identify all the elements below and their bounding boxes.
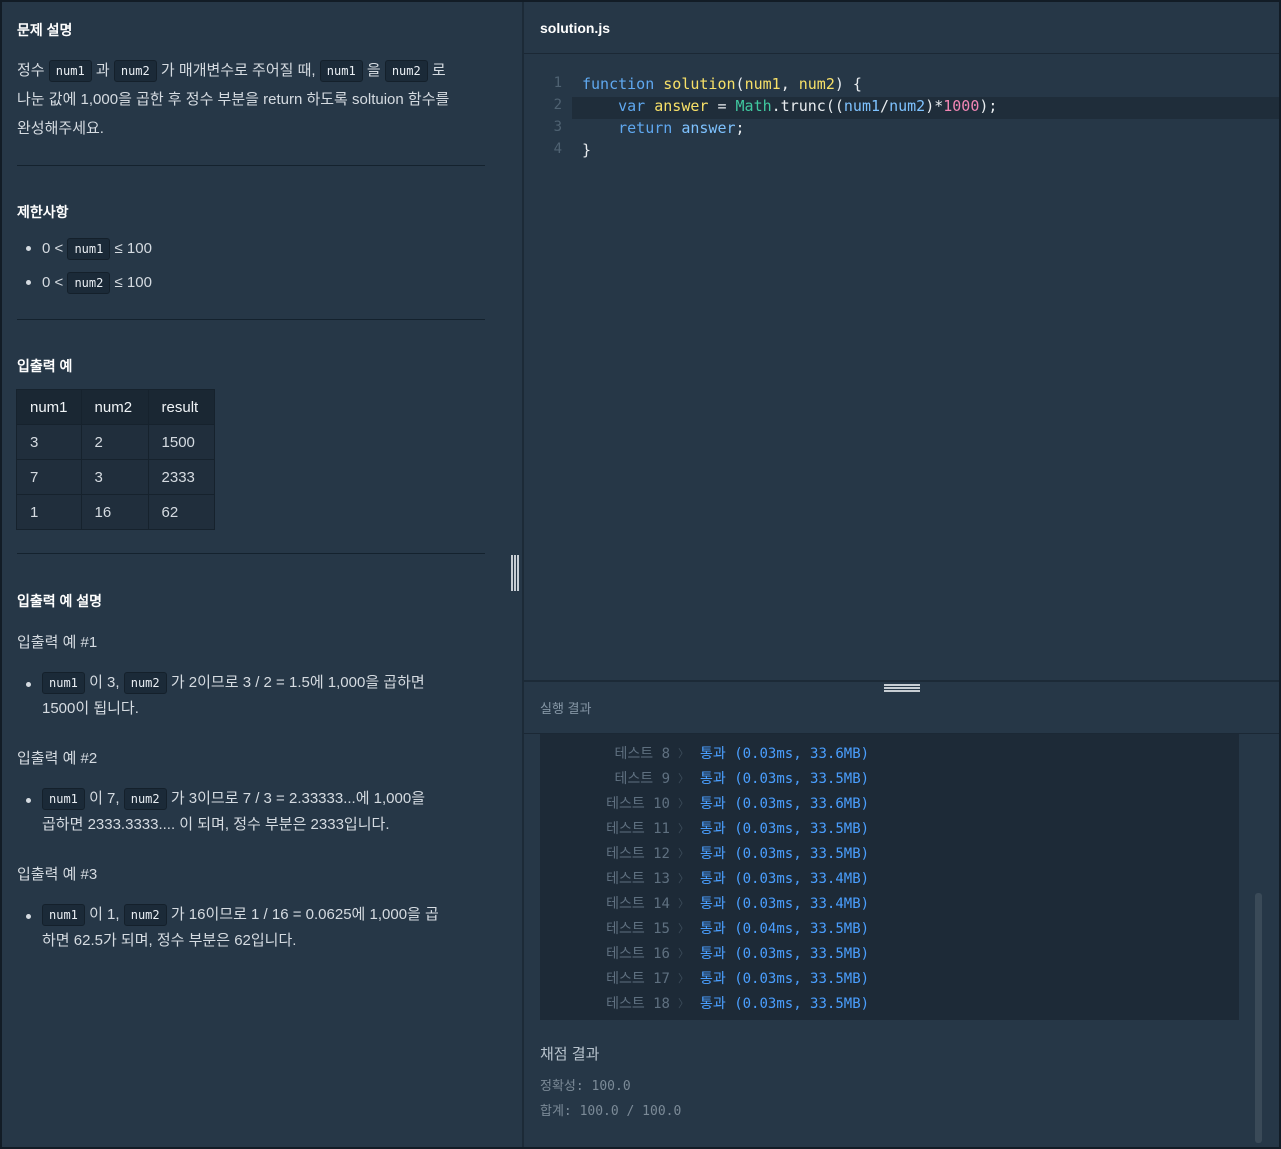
- result-row-partial: 통과 (0.03ms, 33.5MB): [540, 734, 1239, 742]
- code-line[interactable]: 1 function solution(num1, num2) {: [524, 75, 1279, 97]
- test-label: 테스트 11: [606, 821, 670, 837]
- result-row: 테스트 13 〉 통과 (0.03ms, 33.4MB): [540, 868, 1239, 893]
- test-label: 테스트 16: [606, 946, 670, 962]
- chevron-right-icon: 〉: [678, 822, 689, 835]
- test-label: 테스트 9: [614, 771, 671, 787]
- list-item: 0 < num1 ≤ 100: [2, 234, 482, 268]
- test-result: 통과 (0.04ms, 33.5MB): [700, 921, 870, 937]
- result-row: 테스트 8 〉 통과 (0.03ms, 33.6MB): [540, 743, 1239, 768]
- constraints-heading: 제한사항: [17, 204, 69, 220]
- test-label: 테스트 18: [606, 996, 670, 1012]
- table-row: 3 2 1500: [16, 424, 215, 460]
- chevron-right-icon: 〉: [678, 747, 689, 760]
- chevron-right-icon: 〉: [678, 772, 689, 785]
- result-row: 테스트 10 〉 통과 (0.03ms, 33.6MB): [540, 793, 1239, 818]
- chevron-right-icon: 〉: [678, 797, 689, 810]
- result-row: 테스트 12 〉 통과 (0.03ms, 33.5MB): [540, 843, 1239, 868]
- list-item: 0 < num2 ≤ 100: [2, 268, 482, 302]
- test-result: 통과 (0.03ms, 33.5MB): [700, 996, 870, 1012]
- table-row: 7 3 2333: [16, 459, 215, 495]
- code-editor[interactable]: 1 function solution(num1, num2) { 2 var …: [524, 55, 1279, 680]
- io-example-heading: 입출력 예: [17, 358, 73, 374]
- example-title: 입출력 예 #3: [17, 866, 98, 883]
- result-header: 실행 결과: [524, 682, 1279, 734]
- divider: [17, 553, 485, 554]
- result-row: 테스트 14 〉 통과 (0.03ms, 33.4MB): [540, 893, 1239, 918]
- result-console: 통과 (0.03ms, 33.5MB) 테스트 8 〉 통과 (0.03ms, 33…: [540, 734, 1239, 1020]
- test-result: 통과 (0.03ms, 33.5MB): [700, 821, 870, 837]
- test-result: 통과 (0.03ms, 33.6MB): [700, 746, 870, 762]
- test-label: 테스트 12: [606, 846, 670, 862]
- test-result: 통과 (0.03ms, 33.5MB): [700, 946, 870, 962]
- code-num2: num2: [113, 60, 157, 82]
- editor-tab-bar: solution.js: [524, 2, 1279, 54]
- problem-description: 정수 num1 과 num2 가 매개변수로 주어질 때, num1 을 num…: [17, 60, 450, 137]
- code-line[interactable]: 3 return answer;: [524, 119, 1279, 141]
- editor-tab[interactable]: solution.js: [540, 20, 610, 36]
- test-label: 테스트 14: [606, 896, 670, 912]
- test-result: 통과 (0.03ms, 33.5MB): [700, 771, 870, 787]
- io-example-table: num1 num2 result 3 2 1500 7 3 2333 1 16 62: [16, 389, 215, 530]
- code-line[interactable]: 4 }: [524, 141, 1279, 163]
- test-result: 통과 (0.03ms, 33.5MB): [700, 971, 870, 987]
- chevron-right-icon: 〉: [678, 972, 689, 985]
- example-title: 입출력 예 #2: [17, 750, 98, 767]
- result-heading: 실행 결과: [540, 701, 592, 716]
- table-header-row: num1 num2 result: [16, 389, 215, 425]
- vertical-resize-handle[interactable]: [510, 555, 520, 591]
- result-row: 테스트 16 〉 통과 (0.03ms, 33.5MB): [540, 943, 1239, 968]
- table-row: 1 16 62: [16, 494, 215, 530]
- accuracy-text: 정확성: 100.0: [540, 1079, 631, 1094]
- code-num1: num1: [319, 60, 363, 82]
- list-item: num1 이 3, num2 가 2이므로 3 / 2 = 1.5에 1,000…: [2, 670, 507, 722]
- list-item: num1 이 7, num2 가 3이므로 7 / 3 = 2.33333...…: [2, 786, 507, 838]
- test-result: 통과 (0.03ms, 33.6MB): [700, 796, 870, 812]
- io-explain-heading: 입출력 예 설명: [17, 593, 103, 609]
- divider: [17, 165, 485, 166]
- test-result: 통과 (0.03ms, 33.5MB): [700, 846, 870, 862]
- constraints-list: 0 < num1 ≤ 100 0 < num2 ≤ 100: [2, 234, 482, 302]
- divider: [17, 319, 485, 320]
- result-row: 테스트 15 〉 통과 (0.04ms, 33.5MB): [540, 918, 1239, 943]
- test-label: 테스트 13: [606, 871, 670, 887]
- results-scrollbar[interactable]: [1255, 893, 1262, 1143]
- example-title: 입출력 예 #1: [17, 634, 98, 651]
- code-num2: num2: [384, 60, 428, 82]
- result-row: 테스트 17 〉 통과 (0.03ms, 33.5MB): [540, 968, 1239, 993]
- code-line[interactable]: 2 var answer = Math.trunc((num1/num2)*10…: [524, 97, 1279, 119]
- chevron-right-icon: 〉: [678, 997, 689, 1010]
- score-heading: 채점 결과: [540, 1046, 600, 1063]
- chevron-right-icon: 〉: [678, 872, 689, 885]
- result-row: 테스트 18 〉 통과 (0.03ms, 33.5MB): [540, 993, 1239, 1018]
- code-num1: num1: [48, 60, 92, 82]
- problem-panel: 문제 설명 정수 num1 과 num2 가 매개변수로 주어질 때, num1…: [2, 2, 522, 1147]
- chevron-right-icon: 〉: [678, 897, 689, 910]
- test-result: 통과 (0.03ms, 33.4MB): [700, 896, 870, 912]
- total-text: 합계: 100.0 / 100.0: [540, 1104, 682, 1119]
- test-result: 통과 (0.03ms, 33.4MB): [700, 871, 870, 887]
- test-label: 테스트 8: [614, 746, 671, 762]
- list-item: num1 이 1, num2 가 16이므로 1 / 16 = 0.0625에 …: [2, 902, 507, 954]
- test-label: 테스트 15: [606, 921, 670, 937]
- test-label: 테스트 17: [606, 971, 670, 987]
- result-row: 테스트 11 〉 통과 (0.03ms, 33.5MB): [540, 818, 1239, 843]
- chevron-right-icon: 〉: [678, 847, 689, 860]
- result-row: 테스트 9 〉 통과 (0.03ms, 33.5MB): [540, 768, 1239, 793]
- io-explain: 입출력 예 #1 num1 이 3, num2 가 2이므로 3 / 2 = 1…: [17, 628, 507, 954]
- chevron-right-icon: 〉: [678, 922, 689, 935]
- problem-heading: 문제 설명: [17, 22, 73, 38]
- test-label: 테스트 10: [606, 796, 670, 812]
- chevron-right-icon: 〉: [678, 947, 689, 960]
